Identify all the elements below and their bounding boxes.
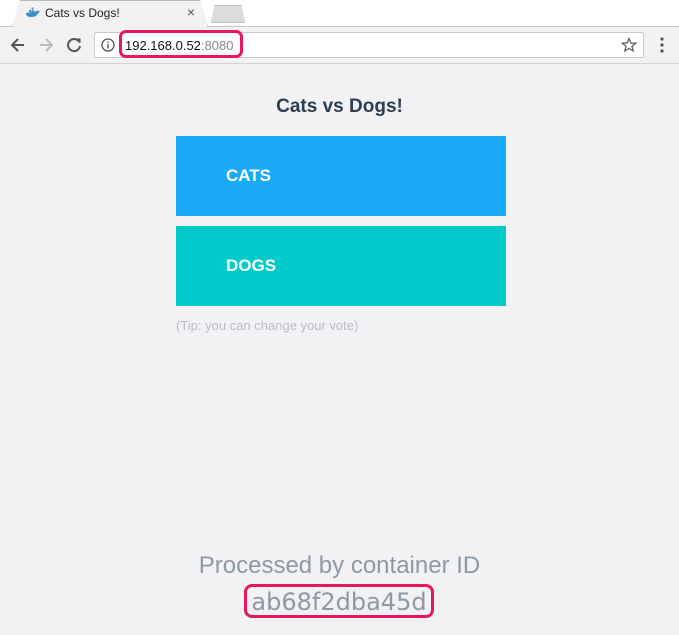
kebab-menu-icon[interactable] bbox=[656, 36, 668, 54]
container-id-highlight-box: ab68f2dba45d bbox=[244, 584, 434, 618]
url-text[interactable]: 192.168.0.52:8080 bbox=[125, 38, 233, 53]
new-tab-button[interactable] bbox=[211, 5, 245, 23]
info-icon[interactable] bbox=[101, 38, 115, 52]
browser-toolbar: 192.168.0.52:8080 bbox=[0, 27, 679, 64]
processed-by-label: Processed by container ID bbox=[198, 552, 481, 579]
page-content: Cats vs Dogs! CATS DOGS (Tip: you can ch… bbox=[0, 64, 679, 635]
tab-title: Cats vs Dogs! bbox=[45, 6, 120, 20]
arrow-left-icon[interactable] bbox=[8, 35, 28, 55]
address-bar[interactable]: 192.168.0.52:8080 bbox=[94, 30, 644, 58]
vote-dogs-button[interactable]: DOGS bbox=[176, 226, 506, 306]
vote-cats-button[interactable]: CATS bbox=[176, 136, 506, 216]
reload-icon[interactable] bbox=[64, 35, 84, 55]
star-icon[interactable] bbox=[621, 37, 637, 53]
tab-strip: Cats vs Dogs! × bbox=[0, 0, 679, 27]
tab-close-icon[interactable]: × bbox=[183, 4, 199, 20]
container-id: ab68f2dba45d bbox=[251, 588, 427, 616]
url-host: 192.168.0.52 bbox=[125, 38, 201, 53]
url-port: :8080 bbox=[200, 38, 234, 53]
vote-tip: (Tip: you can change your vote) bbox=[176, 318, 359, 333]
page-title: Cats vs Dogs! bbox=[276, 96, 403, 117]
arrow-right-icon[interactable] bbox=[36, 35, 56, 55]
docker-whale-icon bbox=[26, 7, 40, 17]
